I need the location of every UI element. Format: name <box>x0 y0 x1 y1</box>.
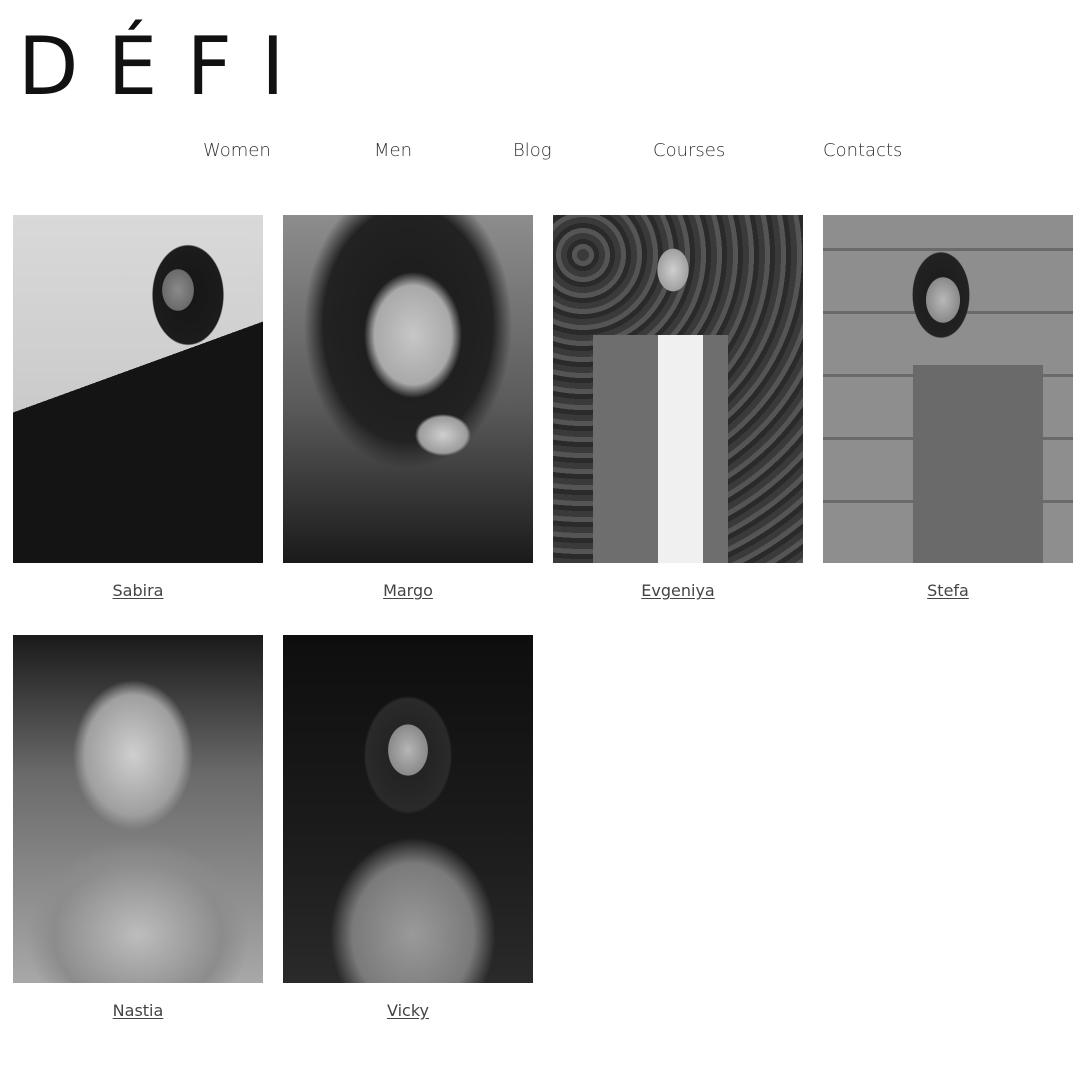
model-name-link[interactable]: Sabira <box>13 581 263 600</box>
nav-item-men[interactable]: Men <box>374 140 412 161</box>
model-photo[interactable] <box>13 215 263 563</box>
model-card: Evgeniya <box>553 215 803 600</box>
nav-item-blog[interactable]: Blog <box>513 140 552 161</box>
model-photo[interactable] <box>283 215 533 563</box>
model-photo[interactable] <box>823 215 1073 563</box>
model-card: Margo <box>283 215 533 600</box>
main-navigation: Women Men Blog Courses Contacts <box>0 140 1091 168</box>
model-photo[interactable] <box>13 635 263 983</box>
site-logo[interactable]: DÉFI <box>18 24 314 110</box>
model-photo[interactable] <box>553 215 803 563</box>
model-card: Nastia <box>13 635 263 1020</box>
model-name-link[interactable]: Vicky <box>283 1001 533 1020</box>
model-photo[interactable] <box>283 635 533 983</box>
model-name-link[interactable]: Margo <box>283 581 533 600</box>
model-name-link[interactable]: Nastia <box>13 1001 263 1020</box>
model-card: Vicky <box>283 635 533 1020</box>
model-card: Sabira <box>13 215 263 600</box>
model-name-link[interactable]: Evgeniya <box>553 581 803 600</box>
model-card: Stefa <box>823 215 1073 600</box>
nav-item-contacts[interactable]: Contacts <box>823 140 902 161</box>
model-name-link[interactable]: Stefa <box>823 581 1073 600</box>
nav-item-women[interactable]: Women <box>203 140 271 161</box>
nav-item-courses[interactable]: Courses <box>653 140 725 161</box>
